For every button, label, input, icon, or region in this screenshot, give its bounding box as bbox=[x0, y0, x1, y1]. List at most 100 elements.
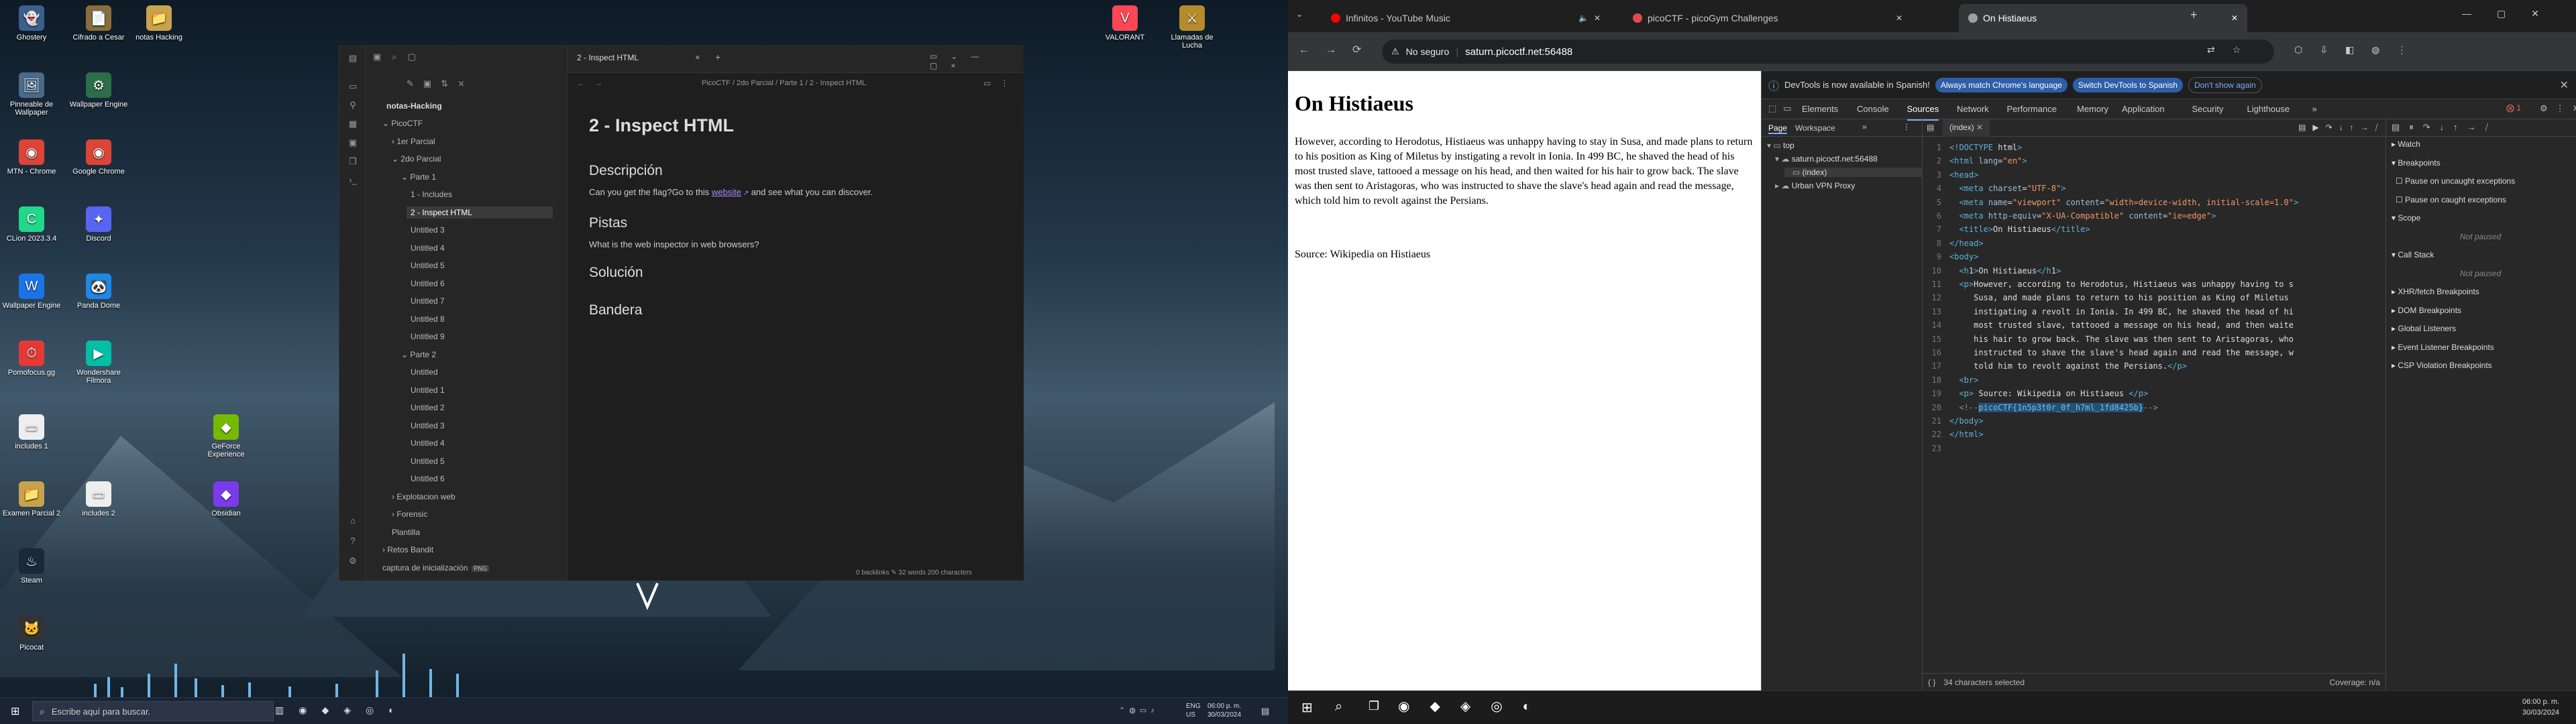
line-number[interactable]: 2 bbox=[1923, 154, 1949, 168]
file-item[interactable]: 1 - Includes bbox=[407, 188, 553, 200]
search-icon[interactable]: ⌕ bbox=[1335, 699, 1342, 715]
code-line[interactable]: 18 <br> bbox=[1923, 373, 1979, 387]
devtools-tab-memory[interactable]: Memory bbox=[2077, 99, 2108, 119]
line-number[interactable]: 14 bbox=[1923, 318, 1949, 332]
line-number[interactable]: 5 bbox=[1923, 196, 1949, 209]
debugger-section[interactable]: ▸ DOM Breakpoints bbox=[2392, 306, 2461, 315]
code-line[interactable]: 16 instructed to shave the slave's head … bbox=[1923, 346, 2294, 359]
url-text[interactable]: saturn.picoctf.net:56488 bbox=[1465, 46, 1572, 58]
line-number[interactable]: 9 bbox=[1923, 250, 1949, 263]
desktop-shortcut[interactable]: ⚙ Wallpaper Engine bbox=[68, 72, 129, 109]
close-icon[interactable]: ✕ bbox=[2231, 13, 2238, 23]
file-item[interactable]: Untitled 7 bbox=[407, 295, 553, 307]
desktop-shortcut[interactable]: ✦ Discord bbox=[68, 206, 129, 243]
file-tab-index[interactable]: (index) ✕ bbox=[1943, 119, 1990, 137]
debugger-section[interactable]: ▾ Scope bbox=[2392, 213, 2420, 223]
desktop-shortcut[interactable]: 🐼 Panda Dome bbox=[68, 274, 129, 310]
backlinks-count[interactable]: 0 backlinks bbox=[856, 569, 889, 577]
folder-item[interactable]: ⌄ PicoCTF bbox=[378, 117, 553, 129]
code-view[interactable]: 1 <!DOCTYPE html> 2 <html lang="en"> 3 <head>… bbox=[1923, 141, 2385, 664]
line-number[interactable]: 22 bbox=[1923, 428, 1949, 441]
line-number[interactable]: 12 bbox=[1923, 291, 1949, 304]
browser-tab[interactable]: picoCTF - picoGym Challenges ✕ bbox=[1623, 4, 1912, 32]
line-number[interactable]: 13 bbox=[1923, 305, 1949, 318]
line-number[interactable]: 16 bbox=[1923, 346, 1949, 359]
file-item[interactable]: Untitled 3 bbox=[407, 420, 553, 432]
code-line[interactable]: 8 </head> bbox=[1923, 237, 1984, 250]
window-controls[interactable]: ▭⌄—▢× bbox=[930, 52, 1024, 70]
code-line[interactable]: 5 <meta name="viewport" content="width=d… bbox=[1923, 196, 2298, 209]
debugger-section[interactable]: ▾ Call Stack bbox=[2392, 250, 2434, 259]
more-tabs-icon[interactable]: » bbox=[2312, 99, 2317, 119]
tab-search-icon[interactable]: ⌄ bbox=[1296, 9, 1303, 19]
code-line[interactable]: 19 <p> Source: Wikipedia on Histiaeus </… bbox=[1923, 387, 2149, 400]
close-icon[interactable]: ✕ bbox=[1976, 123, 1983, 132]
pause-checkbox[interactable]: ☐ Pause on uncaught exceptions bbox=[2396, 176, 2515, 186]
file-icon[interactable]: ▭ bbox=[347, 81, 358, 92]
debugger-section[interactable]: ▾ Breakpoints bbox=[2392, 158, 2440, 168]
desktop-shortcut[interactable]: 📄 Cifrado a Cesar bbox=[68, 5, 129, 42]
line-number[interactable]: 20 bbox=[1923, 401, 1949, 414]
file-item[interactable]: Untitled 4 bbox=[407, 437, 553, 449]
line-number[interactable]: 18 bbox=[1923, 373, 1949, 387]
file-item[interactable]: Untitled 8 bbox=[407, 313, 553, 325]
folder-item[interactable]: › Explotacion web bbox=[388, 491, 553, 503]
file-item[interactable]: Untitled 5 bbox=[407, 455, 553, 467]
code-line[interactable]: 2 <html lang="en"> bbox=[1923, 154, 2027, 168]
clock[interactable]: 06:00 p. m. 30/03/2024 bbox=[1208, 702, 1241, 719]
desktop-shortcut[interactable]: W Wallpaper Engine bbox=[1, 274, 62, 310]
more-tabs-icon[interactable]: » bbox=[1862, 122, 1867, 131]
settings-icon[interactable]: ⚙ bbox=[347, 556, 358, 566]
omnibox-actions[interactable]: ⇄☆ bbox=[2207, 44, 2258, 56]
switch-spanish-button[interactable]: Switch DevTools to Spanish bbox=[2072, 77, 2183, 93]
canvas-icon[interactable]: ▦ bbox=[347, 119, 358, 129]
folder-item[interactable]: ⌄ Parte 2 bbox=[397, 349, 553, 361]
line-number[interactable]: 21 bbox=[1923, 414, 1949, 428]
extension-icons[interactable]: ⬡⇩◧◍⋮ bbox=[2294, 44, 2424, 56]
input-language[interactable]: ENG US bbox=[1186, 702, 1201, 719]
line-number[interactable]: 15 bbox=[1923, 333, 1949, 346]
website-link[interactable]: website bbox=[712, 187, 741, 197]
toggle-navigator-icon[interactable]: ▤ bbox=[1927, 123, 1934, 132]
match-language-button[interactable]: Always match Chrome's language bbox=[1935, 77, 2068, 93]
file-item[interactable]: Untitled 6 bbox=[407, 278, 553, 290]
desktop-shortcut[interactable]: 📁 notas Hacking bbox=[129, 5, 189, 42]
folder-item[interactable]: › Retos Bandit bbox=[378, 544, 553, 556]
tray-icons[interactable]: ⌃◍▭♪ bbox=[1119, 706, 1159, 715]
error-badge[interactable]: ⨂ 1 bbox=[2506, 103, 2521, 113]
desktop-shortcut[interactable]: 🐱 Picocat bbox=[1, 615, 62, 652]
desktop-shortcut[interactable]: ♨ Steam bbox=[1, 548, 62, 585]
windows-start-icon[interactable]: ⊞ bbox=[1301, 699, 1313, 716]
file-item[interactable]: captura de inicialización PNG bbox=[378, 562, 553, 574]
address-bar[interactable]: ⚠ No seguro | saturn.picoctf.net:56488 bbox=[1382, 40, 2274, 64]
line-number[interactable]: 6 bbox=[1923, 209, 1949, 223]
pencil-icon[interactable]: ✎ bbox=[891, 569, 898, 577]
line-number[interactable]: 11 bbox=[1923, 278, 1949, 291]
sidebar-tab-icons[interactable]: ▣⌕▢ bbox=[373, 52, 427, 62]
debugger-section[interactable]: ▸ XHR/fetch Breakpoints bbox=[2392, 287, 2479, 296]
new-tab-icon[interactable]: + bbox=[2190, 8, 2198, 22]
file-item[interactable]: Untitled 3 bbox=[407, 224, 553, 236]
file-item[interactable]: Untitled 2 bbox=[407, 402, 553, 414]
debugger-section[interactable]: ▸ Event Listener Breakpoints bbox=[2392, 343, 2494, 352]
tab-workspace[interactable]: Workspace bbox=[1795, 123, 1835, 133]
code-line[interactable]: 17 told him to revolt against the Persia… bbox=[1923, 359, 2187, 373]
template-icon[interactable]: ❐ bbox=[347, 156, 358, 167]
desktop-shortcut[interactable]: ◆ Obsidian bbox=[196, 481, 256, 518]
line-number[interactable]: 4 bbox=[1923, 182, 1949, 195]
inspect-icon[interactable]: ⬚▭ bbox=[1768, 103, 1799, 114]
devtools-tab-performance[interactable]: Performance bbox=[2007, 99, 2057, 119]
clock[interactable]: 06:00 p. m. 30/03/2024 bbox=[2522, 697, 2559, 718]
tree-index[interactable]: ▭ (index) bbox=[1784, 168, 1923, 177]
line-number[interactable]: 23 bbox=[1923, 442, 1949, 455]
tree-host[interactable]: ▾ ☁ saturn.picoctf.net:56488 bbox=[1775, 154, 1878, 164]
desktop-shortcut[interactable]: ⚔ Llamadas de Lucha bbox=[1162, 5, 1222, 50]
desktop-shortcut[interactable]: 📁 Examen Parcial 2 bbox=[1, 481, 62, 518]
desktop-shortcut[interactable]: ◉ MTN - Chrome bbox=[1, 139, 62, 176]
sidebar-toggle-icon[interactable]: ▤ bbox=[347, 53, 358, 64]
taskbar-apps[interactable]: ▥◉◆◈◎◐ bbox=[275, 705, 409, 716]
pause-checkbox[interactable]: ☐ Pause on caught exceptions bbox=[2396, 195, 2506, 204]
new-tab-icon[interactable]: + bbox=[715, 52, 720, 62]
code-line[interactable]: 22 </html> bbox=[1923, 428, 1984, 441]
browser-tab[interactable]: Infinitos - YouTube Music 🔈 ✕ bbox=[1322, 4, 1610, 32]
